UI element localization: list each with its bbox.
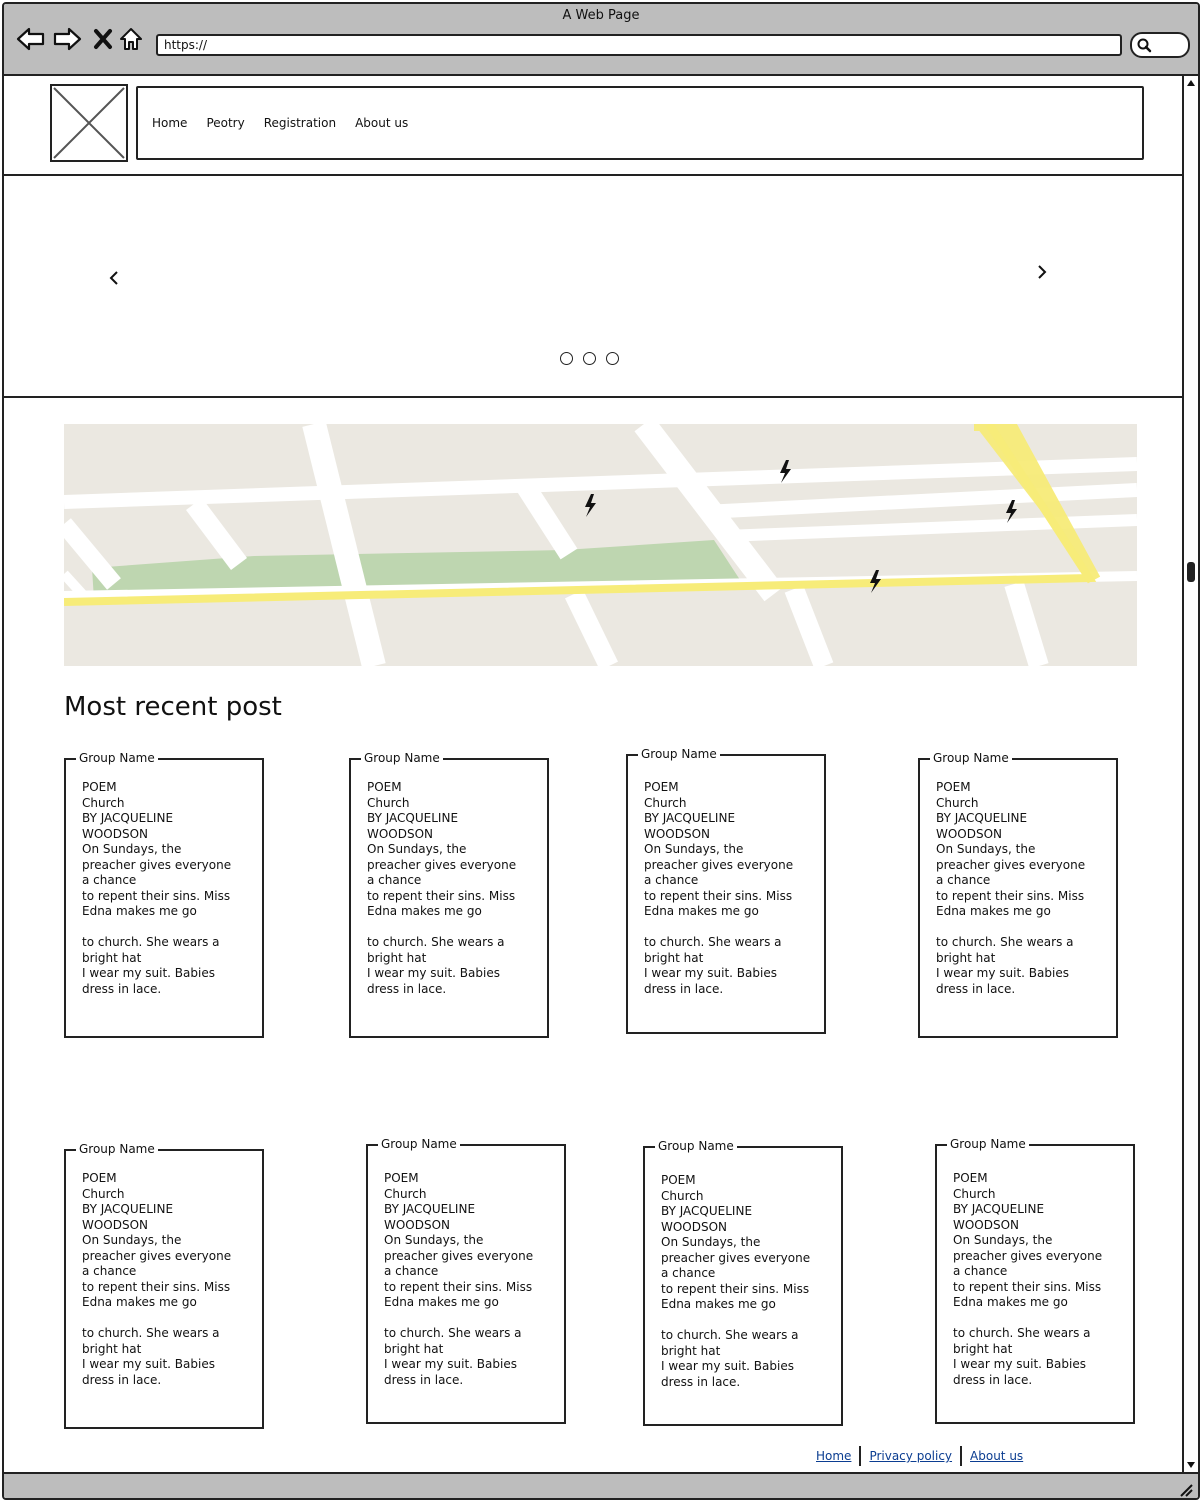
poem-text: POEM Church BY JACQUELINE WOODSON On Sun…: [644, 780, 794, 996]
group-card: Group Name POEM Church BY JACQUELINE WOO…: [643, 1138, 843, 1426]
status-bar: [4, 1472, 1198, 1498]
group-card: Group Name POEM Church BY JACQUELINE WOO…: [626, 746, 826, 1034]
group-card: Group Name POEM Church BY JACQUELINE WOO…: [349, 750, 549, 1038]
poem-text: POEM Church BY JACQUELINE WOODSON On Sun…: [82, 780, 232, 996]
carousel-prev-button[interactable]: [104, 268, 124, 288]
group-legend: Group Name: [947, 1136, 1029, 1152]
scroll-up-arrow-icon[interactable]: [1186, 78, 1196, 88]
nav-link-registration[interactable]: Registration: [264, 116, 336, 130]
home-button[interactable]: [116, 24, 146, 54]
close-icon: [94, 29, 112, 49]
group-legend: Group Name: [638, 746, 720, 762]
nav-link-poetry[interactable]: Peotry: [206, 116, 244, 130]
carousel-dot[interactable]: [583, 352, 596, 365]
carousel-next-button[interactable]: [1032, 262, 1052, 282]
chevron-left-icon: [109, 271, 118, 285]
scrollbar-thumb[interactable]: [1187, 562, 1195, 582]
carousel-indicators: [560, 352, 619, 365]
group-card: Group Name POEM Church BY JACQUELINE WOO…: [64, 750, 264, 1038]
footer-link-home[interactable]: Home: [808, 1449, 859, 1463]
group-legend: Group Name: [378, 1136, 460, 1152]
forward-arrow-icon: [53, 27, 82, 51]
group-legend: Group Name: [76, 750, 158, 766]
poem-text: POEM Church BY JACQUELINE WOODSON On Sun…: [661, 1173, 811, 1389]
nav-link-home[interactable]: Home: [152, 116, 187, 130]
back-arrow-icon: [16, 27, 45, 51]
scroll-down-arrow-icon[interactable]: [1186, 1460, 1196, 1470]
back-button[interactable]: [16, 24, 46, 54]
poem-text: POEM Church BY JACQUELINE WOODSON On Sun…: [367, 780, 517, 996]
chevron-right-icon: [1038, 265, 1047, 279]
group-card: Group Name POEM Church BY JACQUELINE WOO…: [935, 1136, 1135, 1424]
poem-text: POEM Church BY JACQUELINE WOODSON On Sun…: [936, 780, 1086, 996]
vertical-scrollbar[interactable]: [1182, 76, 1198, 1472]
footer-link-privacy-policy[interactable]: Privacy policy: [861, 1449, 960, 1463]
group-legend: Group Name: [655, 1138, 737, 1154]
map[interactable]: [64, 424, 1137, 666]
home-icon: [120, 28, 142, 50]
image-placeholder-icon: [53, 87, 125, 159]
browser-window: A Web Page https:// Home Peotry Registra…: [2, 2, 1200, 1500]
window-title: A Web Page: [562, 8, 640, 23]
poem-text: POEM Church BY JACQUELINE WOODSON On Sun…: [82, 1171, 232, 1387]
logo-placeholder: [50, 84, 128, 162]
search-button[interactable]: [1130, 32, 1190, 58]
search-icon: [1137, 38, 1152, 53]
carousel-dot[interactable]: [560, 352, 573, 365]
forward-button[interactable]: [52, 24, 82, 54]
url-input[interactable]: https://: [156, 34, 1122, 56]
group-card: Group Name POEM Church BY JACQUELINE WOO…: [366, 1136, 566, 1424]
poem-text: POEM Church BY JACQUELINE WOODSON On Sun…: [953, 1171, 1103, 1387]
carousel-dot[interactable]: [606, 352, 619, 365]
main-navigation: Home Peotry Registration About us: [136, 86, 1144, 160]
poem-text: POEM Church BY JACQUELINE WOODSON On Sun…: [384, 1171, 534, 1387]
resize-grip-icon[interactable]: [1178, 1482, 1194, 1498]
image-carousel: [4, 174, 1186, 398]
group-card: Group Name POEM Church BY JACQUELINE WOO…: [64, 1141, 264, 1429]
stop-button[interactable]: [88, 24, 118, 54]
browser-toolbar: A Web Page https://: [4, 4, 1198, 76]
group-legend: Group Name: [930, 750, 1012, 766]
group-legend: Group Name: [76, 1141, 158, 1157]
nav-link-about-us[interactable]: About us: [355, 116, 408, 130]
group-legend: Group Name: [361, 750, 443, 766]
footer-link-about-us[interactable]: About us: [962, 1449, 1031, 1463]
footer-links: Home Privacy policy About us: [808, 1446, 1031, 1466]
group-card: Group Name POEM Church BY JACQUELINE WOO…: [918, 750, 1118, 1038]
section-title: Most recent post: [64, 692, 282, 722]
